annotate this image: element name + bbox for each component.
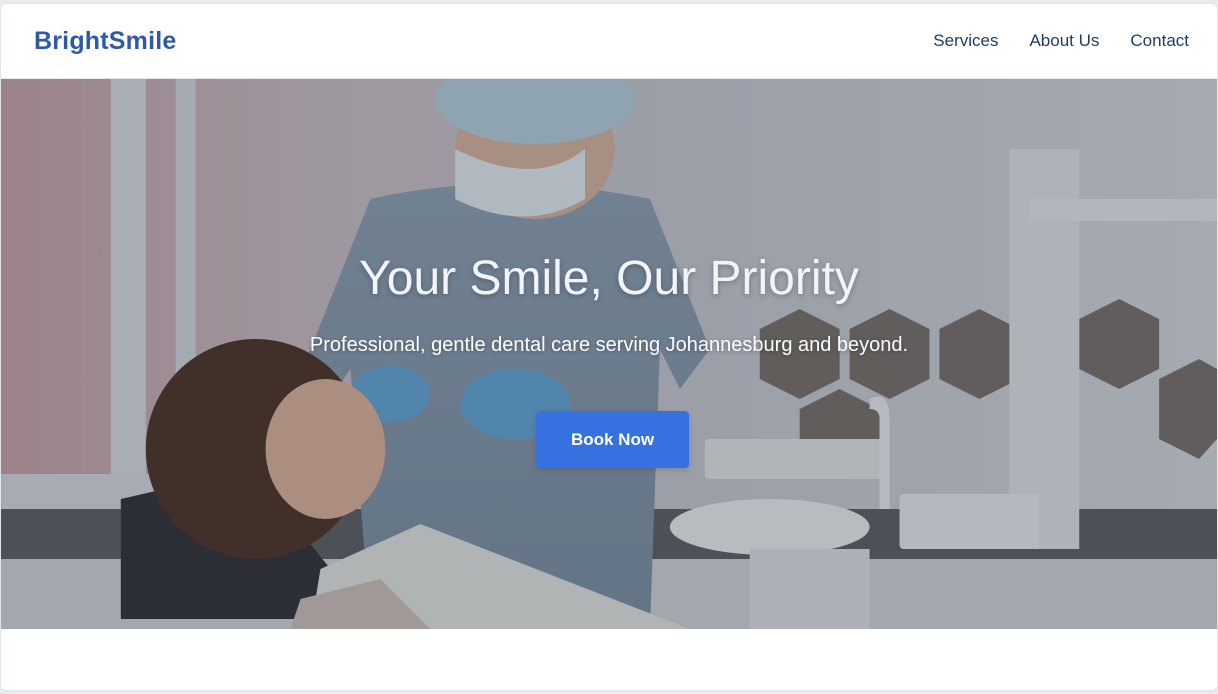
main-nav: Services About Us Contact	[933, 31, 1189, 51]
hero-subtitle: Professional, gentle dental care serving…	[309, 334, 909, 356]
hero-content: Your Smile, Our Priority Professional, g…	[1, 79, 1217, 629]
top-navbar: BrightSmile Services About Us Contact	[1, 4, 1217, 79]
browser-viewport: BrightSmile Services About Us Contact Yo…	[0, 3, 1218, 691]
book-now-button[interactable]: Book Now	[536, 411, 689, 468]
page-section-below-hero	[1, 629, 1217, 690]
brand-logo[interactable]: BrightSmile	[34, 27, 177, 56]
nav-link-services[interactable]: Services	[933, 31, 998, 51]
hero-section: Your Smile, Our Priority Professional, g…	[1, 79, 1217, 629]
nav-link-about-us[interactable]: About Us	[1029, 31, 1099, 51]
nav-link-contact[interactable]: Contact	[1130, 31, 1189, 51]
hero-title: Your Smile, Our Priority	[359, 252, 859, 305]
